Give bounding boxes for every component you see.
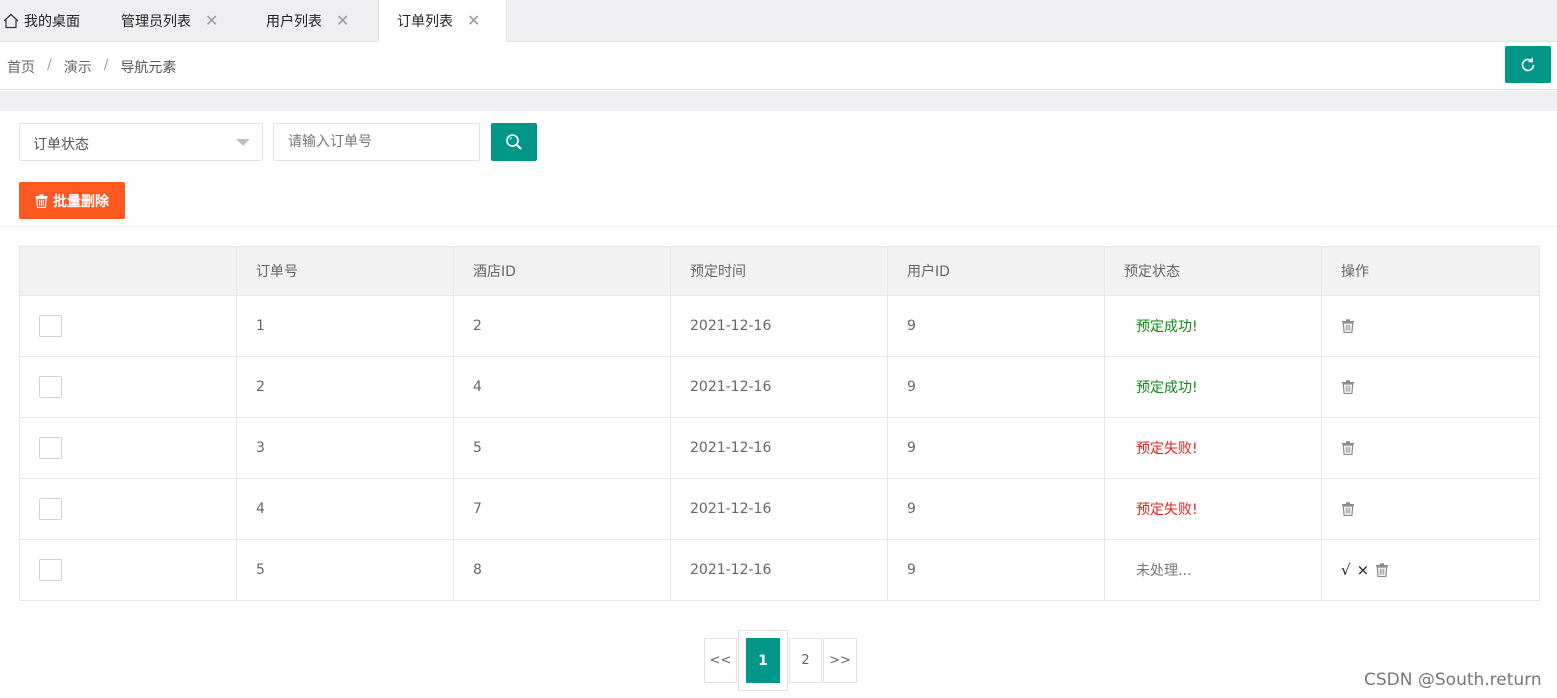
cell-user-id: 9 xyxy=(887,295,1105,357)
next-page-button[interactable]: >> xyxy=(823,638,857,683)
close-icon[interactable]: ✕ xyxy=(336,12,349,29)
breadcrumb-current: 导航元素 xyxy=(120,60,177,76)
tab-admin-list[interactable]: 管理员列表 ✕ xyxy=(104,0,248,41)
cell-booking-time: 2021-12-16 xyxy=(670,356,888,418)
header-actions: 操作 xyxy=(1321,246,1540,296)
order-number-input[interactable] xyxy=(273,123,480,161)
breadcrumb-separator: / xyxy=(47,57,52,73)
cell-order-no: 4 xyxy=(236,478,454,540)
page-1-button[interactable]: 1 xyxy=(746,638,780,683)
page-2-button[interactable]: 2 xyxy=(789,638,822,683)
cell-booking-time: 2021-12-16 xyxy=(670,539,888,601)
status-text: 预定成功! xyxy=(1136,319,1198,335)
table-row: 2 4 2021-12-16 9 预定成功! xyxy=(19,356,1540,418)
refresh-button[interactable] xyxy=(1505,46,1551,83)
header-user-id: 用户ID xyxy=(887,246,1105,296)
cell-booking-time: 2021-12-16 xyxy=(670,295,888,357)
cell-user-id: 9 xyxy=(887,356,1105,418)
delete-row-icon[interactable] xyxy=(1341,319,1355,333)
cell-order-no: 3 xyxy=(236,417,454,479)
header-booking-time: 预定时间 xyxy=(670,246,888,296)
watermark: CSDN @South.return xyxy=(1364,670,1542,690)
approve-icon[interactable]: √ xyxy=(1341,561,1351,579)
trash-icon xyxy=(35,193,48,208)
refresh-icon xyxy=(1521,57,1535,71)
tab-desktop[interactable]: 我的桌面 xyxy=(0,0,104,41)
tab-order-list[interactable]: 订单列表 ✕ xyxy=(378,0,507,42)
header-order-no: 订单号 xyxy=(236,246,454,296)
row-checkbox[interactable] xyxy=(39,376,62,398)
content-top-strip xyxy=(0,91,1557,111)
tab-label: 管理员列表 xyxy=(121,13,191,30)
breadcrumb-demo[interactable]: 演示 xyxy=(64,57,92,77)
batch-delete-label: 批量删除 xyxy=(53,193,109,210)
close-icon[interactable]: ✕ xyxy=(205,12,218,29)
cell-order-no: 2 xyxy=(236,356,454,418)
batch-delete-button[interactable]: 批量删除 xyxy=(19,182,125,219)
row-checkbox[interactable] xyxy=(39,315,62,337)
divider xyxy=(0,226,1557,227)
cell-order-no: 5 xyxy=(236,539,454,601)
select-value: 订单状态 xyxy=(33,137,89,153)
cell-booking-time: 2021-12-16 xyxy=(670,417,888,479)
cell-hotel-id: 2 xyxy=(453,295,671,357)
status-text: 预定成功! xyxy=(1136,380,1198,396)
cell-hotel-id: 8 xyxy=(453,539,671,601)
current-page-wrapper: 1 xyxy=(738,630,788,691)
table-header-row: 订单号 酒店ID 预定时间 用户ID 预定状态 操作 xyxy=(19,246,1540,296)
search-icon xyxy=(506,134,522,150)
tab-label: 用户列表 xyxy=(266,13,322,30)
header-checkbox xyxy=(19,246,237,296)
status-text: 未处理... xyxy=(1136,563,1192,579)
reject-icon[interactable]: × xyxy=(1357,561,1370,579)
status-text: 预定失败! xyxy=(1136,441,1198,457)
close-icon[interactable]: ✕ xyxy=(467,13,480,29)
header-status: 预定状态 xyxy=(1104,246,1322,296)
table-row: 1 2 2021-12-16 9 预定成功! xyxy=(19,295,1540,357)
cell-hotel-id: 5 xyxy=(453,417,671,479)
row-checkbox[interactable] xyxy=(39,498,62,520)
cell-user-id: 9 xyxy=(887,539,1105,601)
delete-row-icon[interactable] xyxy=(1341,380,1355,394)
breadcrumb-home[interactable]: 首页 xyxy=(7,57,35,77)
cell-booking-time: 2021-12-16 xyxy=(670,478,888,540)
cell-order-no: 1 xyxy=(236,295,454,357)
cell-user-id: 9 xyxy=(887,417,1105,479)
table-row: 4 7 2021-12-16 9 预定失败! xyxy=(19,478,1540,540)
tab-label: 我的桌面 xyxy=(24,13,80,30)
row-checkbox[interactable] xyxy=(39,437,62,459)
breadcrumb-separator: / xyxy=(103,57,109,73)
delete-row-icon[interactable] xyxy=(1375,563,1389,577)
delete-row-icon[interactable] xyxy=(1341,441,1355,455)
header-hotel-id: 酒店ID xyxy=(453,246,671,296)
home-icon xyxy=(3,13,19,28)
tab-bar: 我的桌面 管理员列表 ✕ 用户列表 ✕ 订单列表 ✕ xyxy=(0,0,1557,42)
cell-user-id: 9 xyxy=(887,478,1105,540)
cell-hotel-id: 4 xyxy=(453,356,671,418)
tab-label: 订单列表 xyxy=(397,14,453,30)
row-checkbox[interactable] xyxy=(39,559,62,581)
orders-table: 订单号 酒店ID 预定时间 用户ID 预定状态 操作 1 2 2021-12-1… xyxy=(19,246,1540,601)
table-row: 5 8 2021-12-16 9 未处理... √ × xyxy=(19,539,1540,601)
prev-page-button[interactable]: << xyxy=(704,638,737,683)
delete-row-icon[interactable] xyxy=(1341,502,1355,516)
breadcrumb: 首页 / 演示 / 导航元素 xyxy=(7,57,176,77)
status-text: 预定失败! xyxy=(1136,502,1198,518)
pagination: << 1 2 >> xyxy=(704,630,857,691)
search-button[interactable] xyxy=(491,123,537,161)
breadcrumb-bar: 首页 / 演示 / 导航元素 xyxy=(0,42,1557,90)
tab-user-list[interactable]: 用户列表 ✕ xyxy=(248,0,378,41)
table-row: 3 5 2021-12-16 9 预定失败! xyxy=(19,417,1540,479)
cell-hotel-id: 7 xyxy=(453,478,671,540)
caret-down-icon xyxy=(236,139,250,146)
order-status-select[interactable]: 订单状态 xyxy=(19,123,263,161)
